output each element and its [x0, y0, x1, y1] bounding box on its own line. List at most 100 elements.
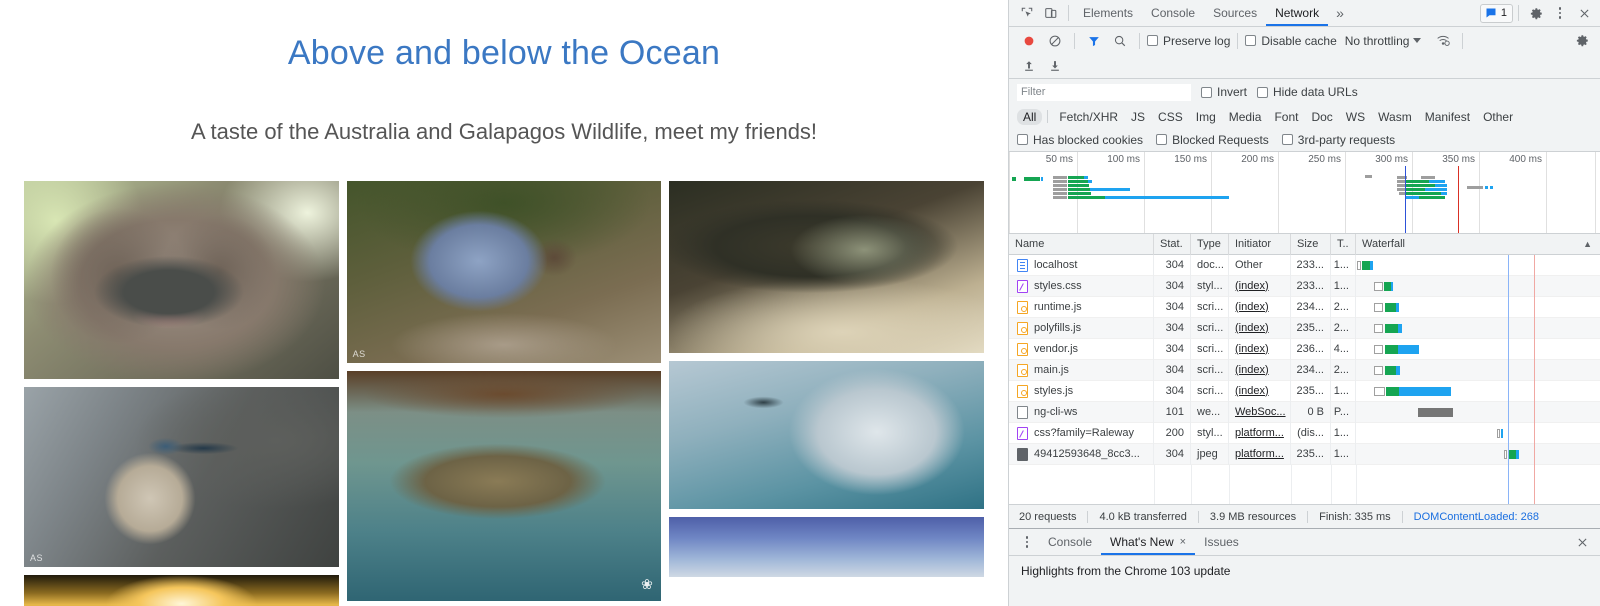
request-name-cell[interactable]: main.js [1009, 360, 1154, 381]
close-drawer-icon[interactable] [1570, 531, 1594, 553]
tab-network[interactable]: Network [1266, 0, 1328, 26]
network-conditions-icon[interactable] [1431, 30, 1455, 52]
initiator-link[interactable]: WebSoc... [1235, 406, 1286, 418]
clear-requests-icon[interactable] [1043, 30, 1067, 52]
invert-checkbox[interactable]: Invert [1201, 85, 1247, 99]
network-settings-gear-icon[interactable] [1570, 30, 1594, 52]
type-filter-doc[interactable]: Doc [1305, 109, 1338, 125]
more-tabs-icon[interactable]: » [1328, 5, 1352, 21]
third-party-requests-checkbox[interactable]: 3rd-party requests [1282, 133, 1395, 147]
request-initiator[interactable]: (index) [1229, 297, 1291, 318]
type-filter-all[interactable]: All [1017, 109, 1042, 125]
type-filter-ws[interactable]: WS [1340, 109, 1371, 125]
request-initiator[interactable]: platform... [1229, 444, 1291, 465]
type-filter-fetch-xhr[interactable]: Fetch/XHR [1053, 109, 1124, 125]
type-filter-other[interactable]: Other [1477, 109, 1519, 125]
request-initiator[interactable]: Other [1229, 255, 1291, 276]
has-blocked-cookies-checkbox[interactable]: Has blocked cookies [1017, 133, 1143, 147]
network-overview-timeline[interactable]: 50 ms 100 ms 150 ms 200 ms 250 ms 300 ms… [1009, 152, 1600, 234]
photo-marine-iguana[interactable] [669, 181, 984, 353]
request-name-cell[interactable]: vendor.js [1009, 339, 1154, 360]
search-icon[interactable] [1108, 30, 1132, 52]
tab-elements[interactable]: Elements [1074, 0, 1142, 26]
request-initiator[interactable]: platform... [1229, 423, 1291, 444]
column-header-type[interactable]: Type [1191, 234, 1229, 255]
close-tab-icon[interactable]: × [1180, 529, 1186, 555]
filter-funnel-icon[interactable] [1082, 30, 1106, 52]
table-row[interactable]: styles.css 304 styl... (index) 233... 1.… [1009, 276, 1600, 297]
photo-koala[interactable] [24, 181, 339, 379]
photo-sunset-over-water[interactable] [24, 575, 339, 606]
initiator-link[interactable]: (index) [1235, 280, 1269, 292]
issues-badge[interactable]: 1 [1480, 4, 1513, 23]
initiator-link[interactable]: (index) [1235, 301, 1269, 313]
request-name-cell[interactable]: runtime.js [1009, 297, 1154, 318]
record-button[interactable] [1017, 30, 1041, 52]
drawer-more-options-icon[interactable] [1015, 531, 1039, 553]
table-row[interactable]: main.js 304 scri... (index) 234... 2... [1009, 360, 1600, 381]
column-header-waterfall[interactable]: Waterfall ▲ [1356, 234, 1600, 255]
request-name-cell[interactable]: styles.js [1009, 381, 1154, 402]
drawer-tab-console[interactable]: Console [1039, 529, 1101, 555]
type-filter-media[interactable]: Media [1223, 109, 1268, 125]
column-header-name[interactable]: Name [1009, 234, 1154, 255]
photo-red-footed-booby[interactable]: AS [24, 387, 339, 567]
photo-galapagos-giant-tortoise[interactable]: AS [347, 181, 662, 363]
initiator-link[interactable]: (index) [1235, 322, 1269, 334]
import-har-icon[interactable] [1017, 55, 1041, 77]
request-initiator[interactable]: WebSoc... [1229, 402, 1291, 423]
filter-input[interactable] [1017, 84, 1191, 101]
tab-sources[interactable]: Sources [1204, 0, 1266, 26]
request-name-cell[interactable]: styles.css [1009, 276, 1154, 297]
settings-gear-icon[interactable] [1524, 2, 1548, 24]
table-row[interactable]: polyfills.js 304 scri... (index) 235... … [1009, 318, 1600, 339]
initiator-link[interactable]: platform... [1235, 427, 1284, 439]
throttling-dropdown[interactable]: No throttling [1345, 34, 1422, 48]
table-row[interactable]: localhost 304 doc... Other 233... 1... [1009, 255, 1600, 276]
table-row[interactable]: runtime.js 304 scri... (index) 234... 2.… [1009, 297, 1600, 318]
more-options-icon[interactable] [1548, 2, 1572, 24]
column-header-initiator[interactable]: Initiator [1229, 234, 1291, 255]
request-initiator[interactable]: (index) [1229, 381, 1291, 402]
request-name-cell[interactable]: css?family=Raleway [1009, 423, 1154, 444]
drawer-tab-issues[interactable]: Issues [1195, 529, 1248, 555]
request-name-cell[interactable]: localhost [1009, 255, 1154, 276]
type-filter-wasm[interactable]: Wasm [1372, 109, 1418, 125]
request-initiator[interactable]: (index) [1229, 360, 1291, 381]
export-har-icon[interactable] [1043, 55, 1067, 77]
initiator-link[interactable]: (index) [1235, 364, 1269, 376]
request-name-cell[interactable]: polyfills.js [1009, 318, 1154, 339]
type-filter-img[interactable]: Img [1190, 109, 1222, 125]
type-filter-js[interactable]: JS [1125, 109, 1151, 125]
blocked-requests-checkbox[interactable]: Blocked Requests [1156, 133, 1269, 147]
device-toolbar-icon[interactable] [1039, 2, 1063, 24]
request-initiator[interactable]: (index) [1229, 339, 1291, 360]
drawer-tab-whats-new[interactable]: What's New × [1101, 529, 1195, 555]
column-header-size[interactable]: Size [1291, 234, 1331, 255]
photo-manta-ray[interactable] [669, 361, 984, 509]
photo-whale-shark[interactable]: ❀ [347, 371, 662, 601]
hide-data-urls-checkbox[interactable]: Hide data URLs [1257, 85, 1358, 99]
initiator-link[interactable]: (index) [1235, 385, 1269, 397]
type-filter-font[interactable]: Font [1268, 109, 1304, 125]
table-row[interactable]: vendor.js 304 scri... (index) 236... 4..… [1009, 339, 1600, 360]
close-devtools-icon[interactable] [1572, 2, 1596, 24]
type-filter-manifest[interactable]: Manifest [1419, 109, 1476, 125]
table-row[interactable]: styles.js 304 scri... (index) 235... 1..… [1009, 381, 1600, 402]
table-row[interactable]: css?family=Raleway 200 styl... platform.… [1009, 423, 1600, 444]
request-initiator[interactable]: (index) [1229, 318, 1291, 339]
column-header-time[interactable]: T.. [1331, 234, 1356, 255]
request-name-cell[interactable]: 49412593648_8cc3... [1009, 444, 1154, 465]
inspect-element-icon[interactable] [1015, 2, 1039, 24]
request-initiator[interactable]: (index) [1229, 276, 1291, 297]
column-header-status[interactable]: Stat. [1154, 234, 1191, 255]
type-filter-css[interactable]: CSS [1152, 109, 1189, 125]
initiator-link[interactable]: (index) [1235, 343, 1269, 355]
table-row[interactable]: ng-cli-ws 101 we... WebSoc... 0 B P... [1009, 402, 1600, 423]
preserve-log-checkbox[interactable]: Preserve log [1147, 34, 1230, 48]
tab-console[interactable]: Console [1142, 0, 1204, 26]
table-row[interactable]: 49412593648_8cc3... 304 jpeg platform...… [1009, 444, 1600, 465]
initiator-link[interactable]: platform... [1235, 448, 1284, 460]
request-name-cell[interactable]: ng-cli-ws [1009, 402, 1154, 423]
disable-cache-checkbox[interactable]: Disable cache [1245, 34, 1336, 48]
